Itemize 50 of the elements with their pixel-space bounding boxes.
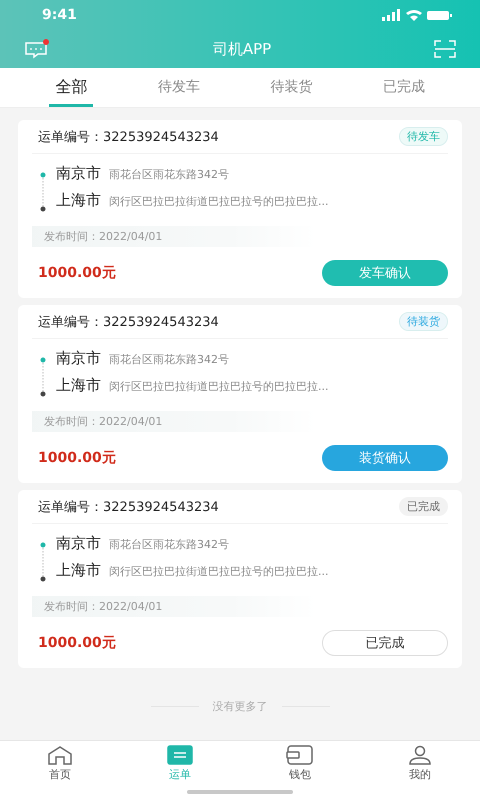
message-icon[interactable] [24, 39, 50, 59]
from-city: 南京市 [56, 349, 101, 368]
signal-icon [382, 9, 400, 21]
from-address: 雨花台区雨花东路342号 [109, 167, 229, 182]
route-line-icon [40, 542, 46, 582]
action-button[interactable]: 发车确认 [322, 260, 448, 286]
from-city: 南京市 [56, 164, 101, 183]
order-price: 1000.00元 [38, 448, 116, 466]
order-price: 1000.00元 [38, 634, 116, 652]
nav-item[interactable]: 钱包 [270, 745, 330, 782]
action-button[interactable]: 已完成 [322, 630, 448, 656]
route-line-icon [40, 357, 46, 397]
order-number: 运单编号：32253924543234 [38, 128, 219, 146]
battery-icon [427, 11, 452, 20]
nav-item[interactable]: 首页 [30, 745, 90, 782]
order-number: 运单编号：32253924543234 [38, 314, 219, 330]
wallet-icon [286, 745, 314, 765]
from-address: 雨花台区雨花东路342号 [109, 352, 229, 367]
publish-time: 发布时间：2022/04/01 [44, 414, 162, 429]
to-address: 闵行区巴拉巴拉街道巴拉巴拉号的巴拉巴拉... [109, 564, 328, 579]
home-icon [47, 745, 73, 765]
from-city: 南京市 [56, 534, 101, 553]
order-price: 1000.00元 [38, 264, 116, 282]
end-of-list-text: 没有更多了 [212, 699, 268, 714]
app-title: 司机APP [212, 40, 272, 58]
person-icon [407, 745, 433, 765]
route-line-icon [40, 172, 46, 212]
tab[interactable]: 待发车 [152, 68, 206, 107]
to-city: 上海市 [56, 191, 101, 210]
from-address: 雨花台区雨花东路342号 [109, 537, 229, 552]
to-address: 闵行区巴拉巴拉街道巴拉巴拉号的巴拉巴拉... [109, 379, 328, 394]
status-tag: 已完成 [399, 497, 448, 516]
publish-time: 发布时间：2022/04/01 [44, 229, 162, 244]
tab[interactable]: 全部 [49, 68, 94, 107]
nav-item[interactable]: 我的 [390, 745, 450, 782]
tab[interactable]: 已完成 [376, 68, 431, 107]
status-time: 9:41 [42, 7, 77, 23]
to-address: 闵行区巴拉巴拉街道巴拉巴拉号的巴拉巴拉... [109, 194, 328, 209]
publish-time: 发布时间：2022/04/01 [44, 599, 162, 614]
status-tag: 待装货 [399, 312, 448, 331]
to-city: 上海市 [56, 561, 101, 580]
status-tag: 待发车 [399, 127, 448, 146]
scan-icon[interactable] [434, 40, 456, 58]
nav-item[interactable]: 运单 [150, 745, 210, 782]
to-city: 上海市 [56, 376, 101, 395]
order-number: 运单编号：32253924543234 [38, 498, 219, 516]
list-icon [167, 745, 193, 765]
wifi-icon [406, 10, 422, 21]
tab[interactable]: 待装货 [264, 68, 318, 107]
action-button[interactable]: 装货确认 [322, 444, 448, 470]
